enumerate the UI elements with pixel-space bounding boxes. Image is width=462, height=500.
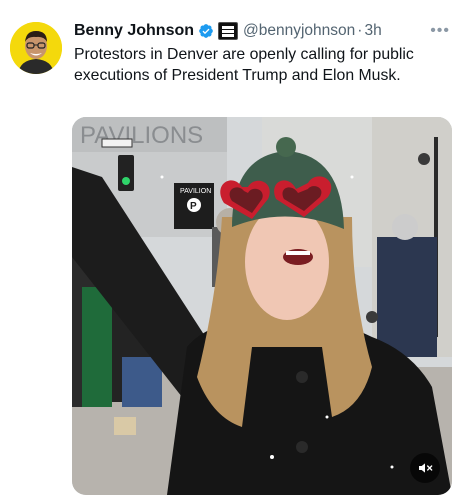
parking-sign-text: PAVILION [180, 188, 211, 195]
parking-letter: P [190, 201, 197, 212]
mute-button[interactable] [410, 453, 440, 483]
avatar[interactable] [10, 22, 62, 74]
tweet-card[interactable]: Benny Johnson @bennyjohnson · 3h ••• Pro… [0, 0, 462, 500]
author-name[interactable]: Benny Johnson [74, 22, 194, 40]
affiliation-badge-icon[interactable] [218, 22, 239, 40]
verified-badge-icon [198, 23, 214, 39]
tweet-text: Protestors in Denver are openly calling … [74, 46, 414, 84]
separator-dot: · [357, 22, 363, 39]
author-handle[interactable]: @bennyjohnson [243, 22, 355, 40]
tweet-video[interactable]: PAVILIONS PAVILION P [72, 117, 452, 495]
speaker-muted-icon [419, 463, 433, 473]
avatar-image [10, 22, 62, 74]
tweet-timestamp[interactable]: 3h [364, 22, 381, 40]
video-frame: PAVILIONS PAVILION P [72, 117, 452, 495]
more-options-icon[interactable]: ••• [430, 22, 450, 40]
store-sign-text: PAVILIONS [80, 122, 203, 149]
tweet-header: Benny Johnson @bennyjohnson · 3h ••• [74, 20, 450, 42]
